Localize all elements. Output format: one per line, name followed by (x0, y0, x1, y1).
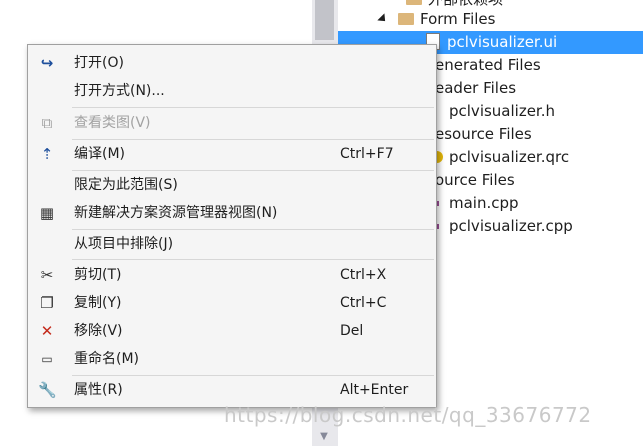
menu-item-shortcut: Ctrl+F7 (340, 146, 394, 162)
scroll-down-arrow-icon[interactable]: ▼ (314, 430, 334, 444)
menu-separator (72, 259, 434, 260)
remove-icon: ✕ (40, 322, 54, 340)
menu-item-label: 编译(M) (74, 146, 126, 162)
menu-item-properties[interactable]: 🔧 属性(R) Alt+Enter (28, 376, 436, 404)
tree-item-label: 外部依赖项 (428, 0, 503, 8)
new-view-icon: ▦ (39, 204, 55, 222)
rename-icon: ▭ (41, 352, 53, 366)
tree-item-pclvisualizer-h[interactable]: pclvisualizer.h (449, 100, 555, 123)
tree-item-resource-files[interactable]: esource Files (435, 123, 532, 146)
menu-item-label: 剪切(T) (74, 267, 122, 283)
menu-item-rename[interactable]: ▭ 重命名(M) (28, 345, 436, 373)
folder-icon (406, 0, 422, 5)
tree-item-generated-files[interactable]: enerated Files (435, 54, 541, 77)
menu-item-label: 复制(Y) (74, 295, 122, 311)
menu-item-label: 打开(O) (74, 55, 124, 71)
menu-item-exclude-from-project[interactable]: 从项目中排除(J) (28, 230, 436, 258)
watermark: https://blog.csdn.net/qq_33676772 (224, 403, 592, 427)
menu-item-open-with[interactable]: 打开方式(N)... (28, 77, 436, 105)
menu-item-compile[interactable]: ⇡ 编译(M) Ctrl+F7 (28, 140, 436, 168)
menu-item-label: 查看类图(V) (74, 115, 151, 131)
menu-item-label: 重命名(M) (74, 351, 140, 367)
class-diagram-icon: ⧉ (41, 114, 53, 132)
tree-item-label: esource Files (435, 125, 532, 143)
tree-item-label: main.cpp (449, 194, 519, 212)
menu-item-view-class-diagram[interactable]: ⧉ 查看类图(V) (28, 109, 436, 137)
menu-item-new-explorer-view[interactable]: ▦ 新建解决方案资源管理器视图(N) (28, 199, 436, 227)
scissors-icon: ✂ (40, 266, 54, 284)
scrollbar-thumb[interactable] (315, 0, 334, 40)
menu-item-cut[interactable]: ✂ 剪切(T) Ctrl+X (28, 261, 436, 289)
tree-item-label: pclvisualizer.h (449, 102, 555, 120)
tree-item-header-files[interactable]: eader Files (435, 77, 516, 100)
tree-item-label: eader Files (435, 79, 517, 97)
menu-item-copy[interactable]: ❐ 复制(Y) Ctrl+C (28, 289, 436, 317)
tree-item-label: enerated Files (435, 56, 541, 74)
menu-item-label: 从项目中排除(J) (74, 236, 174, 252)
menu-item-shortcut: Ctrl+C (340, 295, 387, 311)
tree-item-source-files[interactable]: ource Files (435, 169, 515, 192)
menu-item-label: 限定为此范围(S) (74, 177, 178, 193)
menu-item-label: 移除(V) (74, 323, 123, 339)
tree-item-form-files[interactable]: Form Files (377, 8, 496, 31)
expand-arrow-icon[interactable] (377, 13, 389, 25)
wrench-icon: 🔧 (38, 381, 57, 399)
compile-icon: ⇡ (40, 145, 54, 163)
menu-item-label: 属性(R) (74, 382, 123, 398)
tree-item-pclvisualizer-qrc[interactable]: pclvisualizer.qrc (431, 146, 569, 169)
menu-item-shortcut: Alt+Enter (340, 382, 409, 398)
folder-icon (398, 13, 414, 25)
menu-item-open[interactable]: ↪ 打开(O) (28, 49, 436, 77)
tree-item-label: ource Files (435, 171, 515, 189)
menu-separator (72, 107, 434, 108)
copy-icon: ❐ (40, 294, 54, 312)
tree-item-label: pclvisualizer.cpp (449, 217, 573, 235)
tree-item-label: pclvisualizer.ui (447, 33, 558, 51)
open-arrow-icon: ↪ (40, 54, 54, 72)
menu-item-label: 新建解决方案资源管理器视图(N) (74, 205, 278, 221)
tree-item-label: pclvisualizer.qrc (449, 148, 570, 166)
menu-item-remove[interactable]: ✕ 移除(V) Del (28, 317, 436, 345)
menu-item-shortcut: Del (340, 323, 364, 339)
tree-item-label: Form Files (420, 10, 496, 28)
menu-item-shortcut: Ctrl+X (340, 267, 387, 283)
menu-item-scope-to-this[interactable]: 限定为此范围(S) (28, 171, 436, 199)
context-menu: ↪ 打开(O) 打开方式(N)... ⧉ 查看类图(V) ⇡ 编译(M) Ctr… (27, 44, 437, 408)
tree-item-pclvisualizer-cpp[interactable]: pclvisualizer.cpp (434, 215, 573, 238)
menu-item-label: 打开方式(N)... (74, 83, 165, 99)
tree-item-main-cpp[interactable]: main.cpp (434, 192, 519, 215)
